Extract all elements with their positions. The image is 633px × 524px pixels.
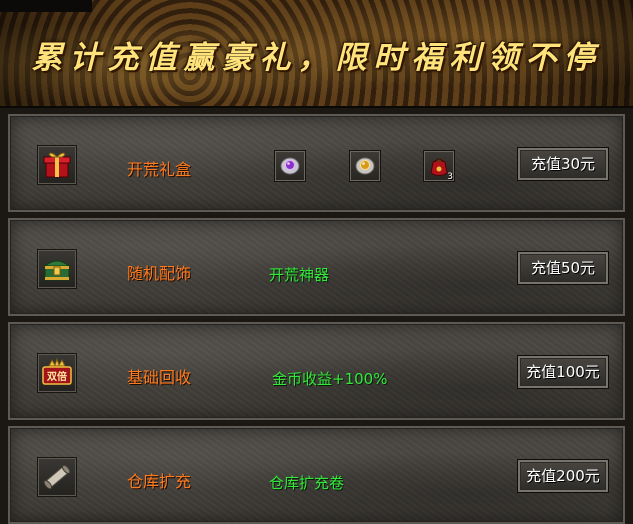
reward-row-4: 仓库扩充 仓库扩充卷 充值200元 bbox=[8, 426, 625, 524]
purple-gem-icon[interactable] bbox=[274, 150, 306, 182]
recharge-50-button[interactable]: 充值50元 bbox=[517, 251, 609, 285]
treasure-chest-icon[interactable] bbox=[37, 249, 77, 289]
item-name: 基础回收 bbox=[127, 368, 192, 387]
banner-corner-mask bbox=[0, 0, 92, 12]
red-gift-box-icon[interactable] bbox=[37, 145, 77, 185]
reward-row-2: 随机配饰 开荒神器 充值50元 bbox=[8, 218, 625, 316]
badge-text: 双倍 bbox=[47, 370, 67, 383]
item-desc: 仓库扩充卷 bbox=[269, 474, 345, 492]
recharge-200-button[interactable]: 充值200元 bbox=[517, 459, 609, 493]
reward-row-1: 开荒礼盒 3 充值30元 bbox=[8, 114, 625, 212]
item-desc: 金币收益+100% bbox=[272, 370, 388, 388]
recharge-30-button[interactable]: 充值30元 bbox=[517, 147, 609, 181]
double-badge-icon[interactable]: 双倍 bbox=[37, 353, 77, 393]
scroll-icon[interactable] bbox=[37, 457, 77, 497]
red-pouch-icon[interactable]: 3 bbox=[423, 150, 455, 182]
event-banner: 累计充值赢豪礼，限时福利领不停 bbox=[0, 0, 633, 108]
item-desc: 开荒神器 bbox=[269, 266, 330, 284]
reward-count: 3 bbox=[447, 172, 453, 182]
recharge-100-button[interactable]: 充值100元 bbox=[517, 355, 609, 389]
item-name: 开荒礼盒 bbox=[127, 160, 192, 179]
gold-gem-icon[interactable] bbox=[349, 150, 381, 182]
reward-row-3: 双倍 基础回收 金币收益+100% 充值100元 bbox=[8, 322, 625, 420]
item-name: 仓库扩充 bbox=[127, 472, 192, 491]
item-name: 随机配饰 bbox=[127, 264, 192, 283]
banner-title: 累计充值赢豪礼，限时福利领不停 bbox=[31, 40, 602, 76]
